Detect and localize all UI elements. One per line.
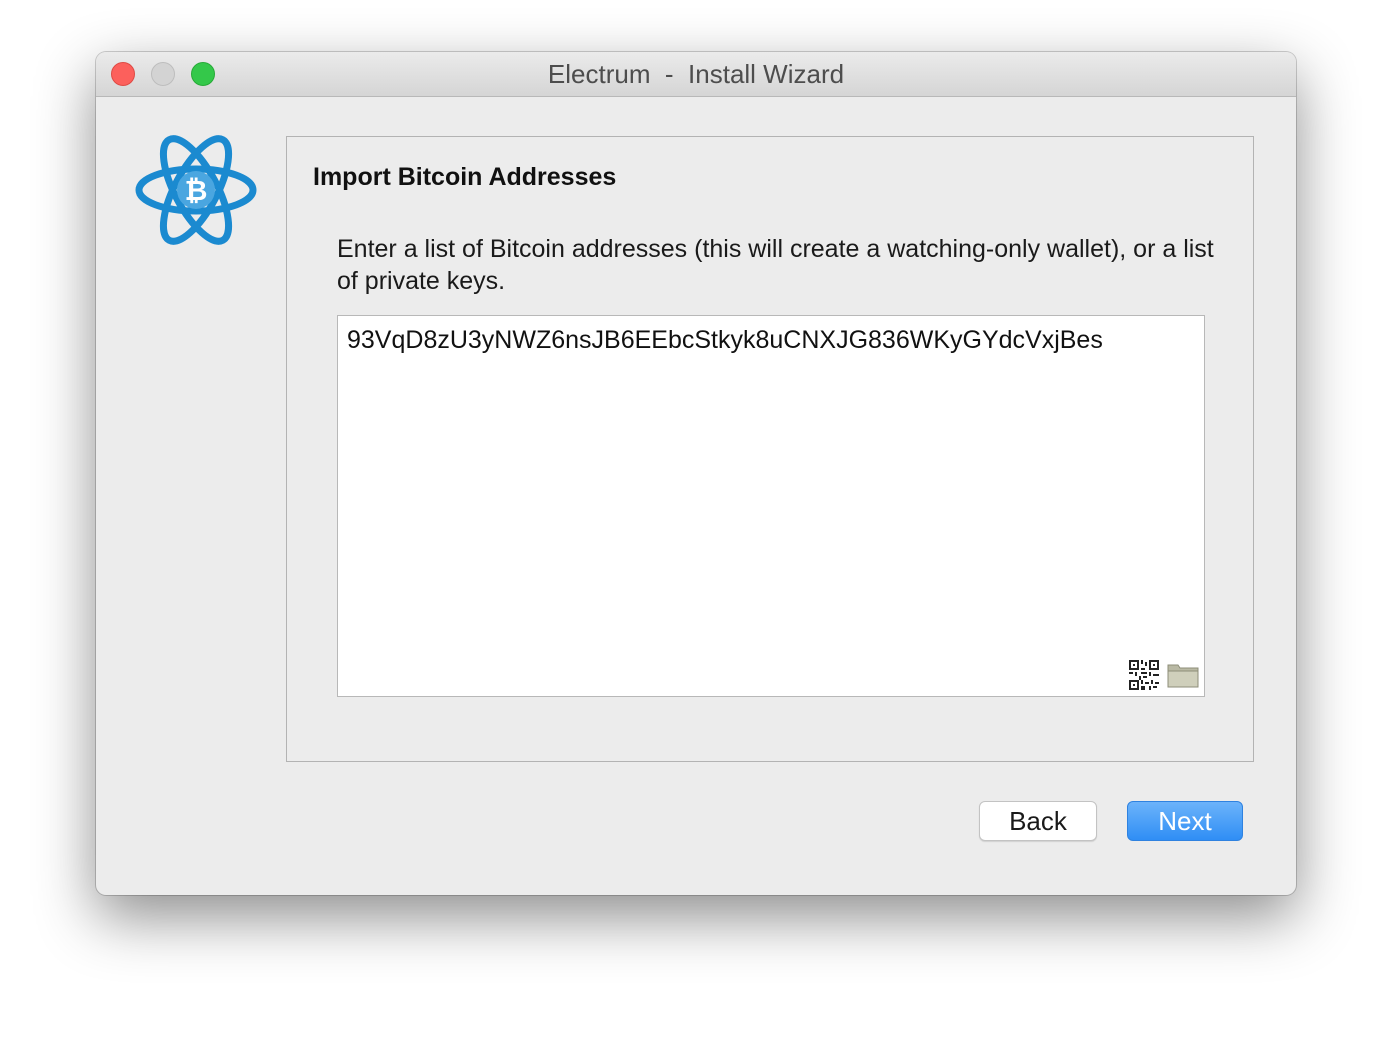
instructions-text: Enter a list of Bitcoin addresses (this … [337,235,1214,295]
folder-icon[interactable] [1167,662,1199,688]
addresses-input[interactable]: 93VqD8zU3yNWZ6nsJB6EEbcStkyk8uCNXJG836WK… [337,315,1205,697]
window-title: Electrum - Install Wizard [547,59,845,89]
wizard-content-panel: Import Bitcoin Addresses Enter a list of… [286,136,1254,762]
install-wizard-window: Electrum - Install Wizard ₿ Import Bitco… [96,52,1296,895]
next-button[interactable]: Next [1127,801,1243,841]
back-button[interactable]: Back [979,801,1097,841]
page-title: Import Bitcoin Addresses [313,163,617,191]
minimize-window-button[interactable] [151,62,175,86]
svg-text:₿: ₿ [185,174,208,207]
addresses-input-value[interactable]: 93VqD8zU3yNWZ6nsJB6EEbcStkyk8uCNXJG836WK… [347,326,1103,355]
title-bar[interactable]: Electrum - Install Wizard [96,52,1296,97]
zoom-window-button[interactable] [191,62,215,86]
close-window-button[interactable] [111,62,135,86]
electrum-logo-icon: ₿ [135,135,257,245]
qr-code-icon[interactable] [1129,660,1159,690]
